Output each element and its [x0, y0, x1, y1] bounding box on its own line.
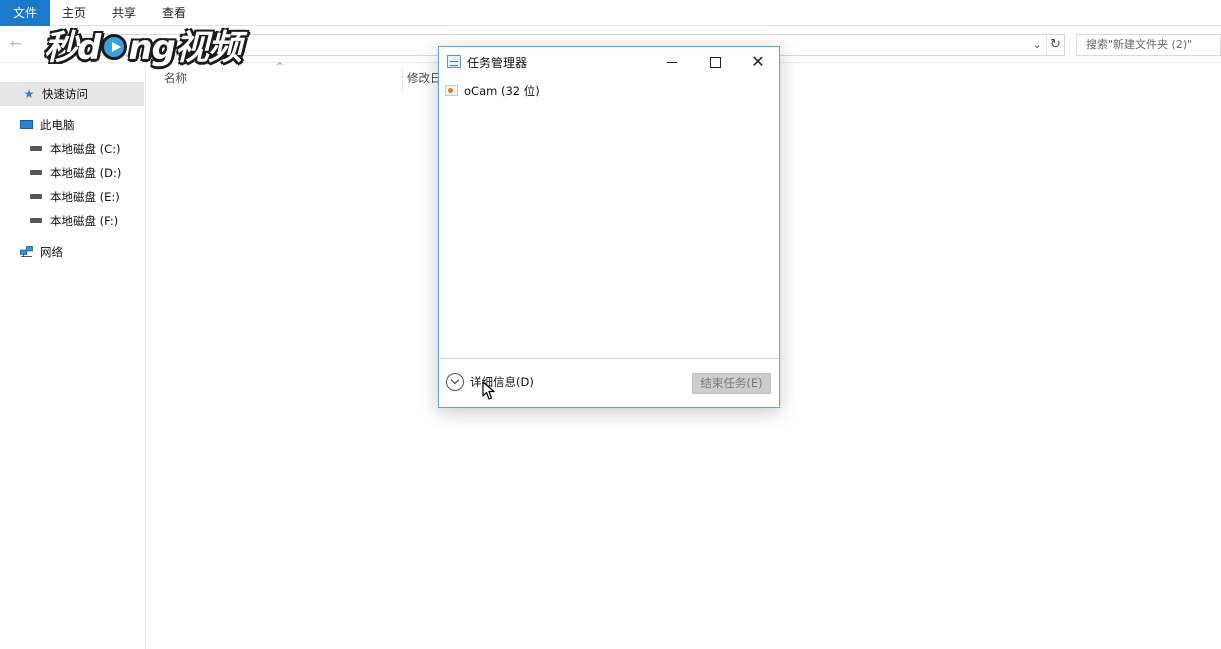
column-header-name[interactable]: 名称 [164, 70, 187, 86]
sidebar-item-label: 本地磁盘 (C:) [50, 142, 121, 156]
play-icon [101, 33, 128, 60]
mouse-cursor-icon [482, 381, 495, 400]
chevron-down-circle-icon [446, 372, 464, 391]
process-name: oCam (32 位) [464, 84, 540, 98]
drive-icon [30, 170, 42, 175]
column-header-modified[interactable]: 修改日 [407, 70, 442, 86]
watermark-logo: 秒d ng视频 [44, 20, 242, 70]
drive-icon [30, 194, 42, 199]
process-list-item[interactable]: oCam (32 位) [445, 81, 773, 101]
sidebar-item-drive-d[interactable]: 本地磁盘 (D:) [0, 161, 144, 185]
watermark-text-end: ng视频 [128, 28, 242, 68]
sidebar-item-this-pc[interactable]: 此电脑 [0, 113, 144, 137]
window-title: 任务管理器 [467, 56, 528, 70]
tab-file[interactable]: 文件 [0, 0, 50, 26]
sidebar-item-drive-c[interactable]: 本地磁盘 (C:) [0, 137, 144, 161]
sidebar-item-drive-f[interactable]: 本地磁盘 (F:) [0, 209, 144, 233]
watermark-text-start: 秒d [44, 28, 101, 68]
task-manager-icon [447, 55, 461, 68]
column-divider[interactable] [402, 68, 403, 92]
end-task-button[interactable]: 结束任务(E) [692, 373, 771, 394]
sidebar-item-label: 网络 [40, 245, 63, 259]
sidebar-item-network[interactable]: 网络 [0, 240, 144, 264]
sort-ascending-icon: ^ [276, 62, 284, 72]
sidebar-item-drive-e[interactable]: 本地磁盘 (E:) [0, 185, 144, 209]
minimize-button[interactable] [650, 47, 694, 77]
file-explorer-window: 文件 主页 共享 查看 ← ⌄ ↻ 搜索"新建文件夹 (2)" 秒d ng视频 ★… [0, 0, 1221, 649]
chevron-down-icon[interactable]: ⌄ [1029, 35, 1045, 55]
sidebar-item-label: 本地磁盘 (D:) [50, 166, 122, 180]
star-icon: ★ [23, 87, 35, 101]
task-manager-titlebar[interactable]: 任务管理器 ✕ [439, 47, 779, 77]
navigation-pane: ★ 快速访问 此电脑 本地磁盘 (C:) 本地磁盘 (D:) 本地磁盘 (E:) … [0, 64, 146, 649]
search-input[interactable]: 搜索"新建文件夹 (2)" [1076, 34, 1221, 56]
computer-icon [20, 120, 33, 129]
maximize-button[interactable] [693, 47, 737, 77]
sidebar-item-quick-access[interactable]: ★ 快速访问 [0, 82, 144, 106]
more-details-label: 详细信息(D) [470, 375, 534, 389]
sidebar-item-label: 本地磁盘 (F:) [50, 214, 119, 228]
drive-icon [30, 218, 42, 223]
back-arrow-icon[interactable]: ← [10, 36, 22, 52]
drive-icon [30, 146, 42, 151]
refresh-icon[interactable]: ↻ [1046, 35, 1064, 55]
close-button[interactable]: ✕ [736, 47, 780, 77]
app-icon [445, 85, 458, 96]
sidebar-item-label: 快速访问 [42, 87, 88, 101]
sidebar-item-label: 本地磁盘 (E:) [50, 190, 120, 204]
sidebar-item-label: 此电脑 [40, 118, 75, 132]
task-manager-window: 任务管理器 ✕ oCam (32 位) 详细信息(D) 结束任务(E) [438, 46, 780, 408]
network-icon [20, 246, 33, 257]
